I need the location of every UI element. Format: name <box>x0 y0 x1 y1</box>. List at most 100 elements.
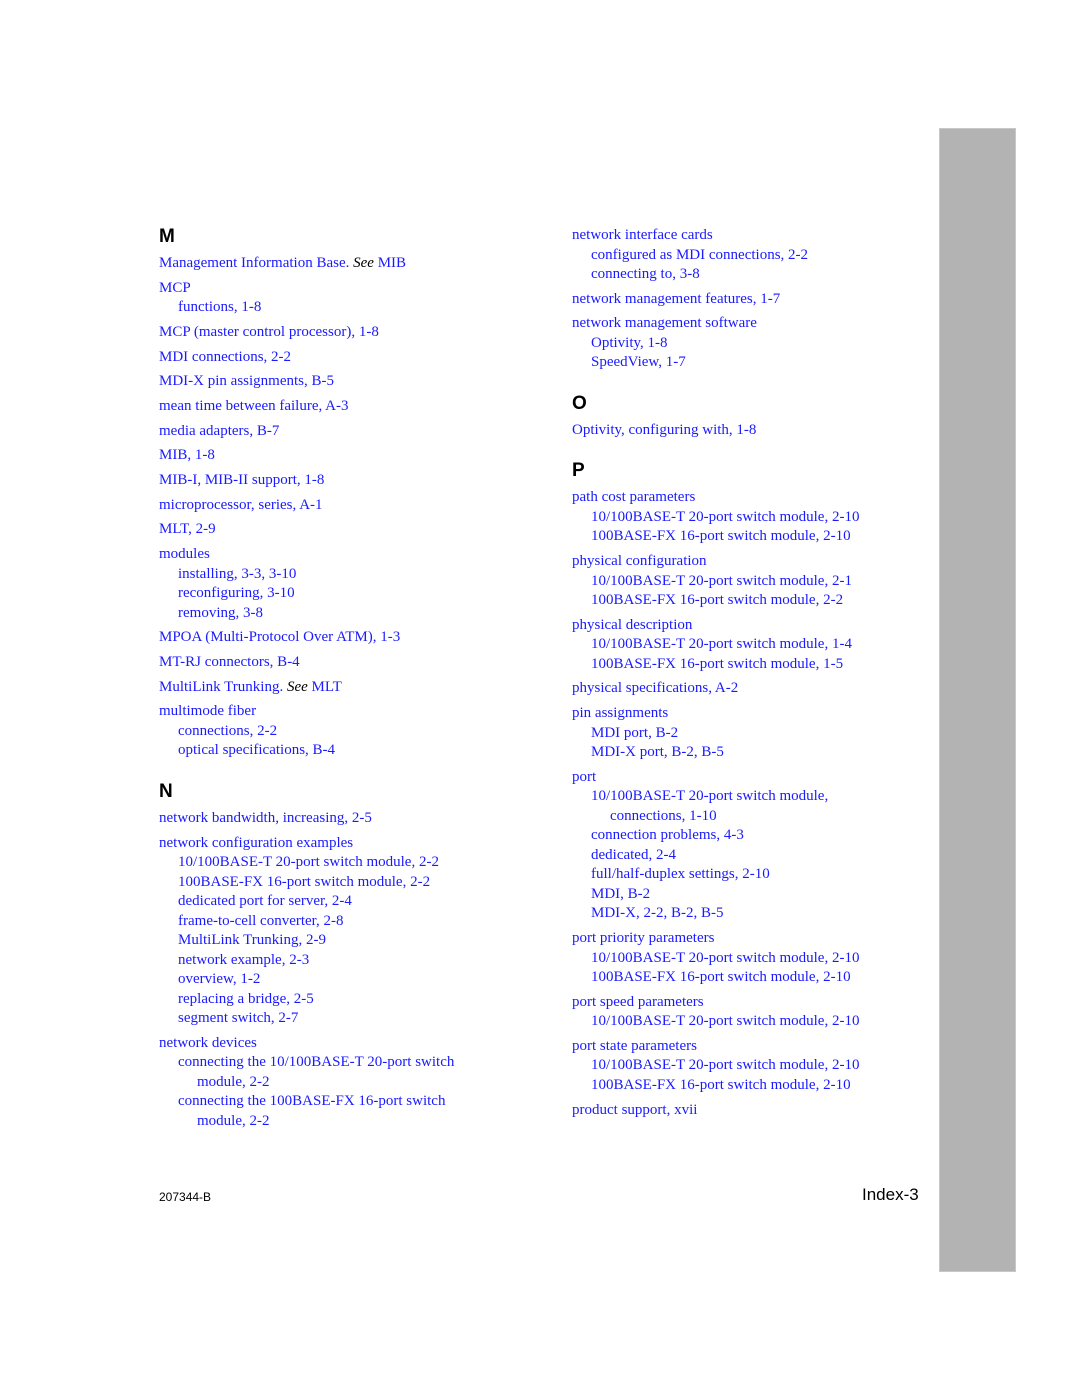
index-subterm-link[interactable]: 100BASE-FX 16-port switch module, 2-2 <box>572 591 932 611</box>
index-term-link[interactable]: modules <box>159 545 539 565</box>
index-subterm-link[interactable]: MDI-X port, B-2, B-5 <box>572 743 932 763</box>
index-term-text: 100BASE-FX 16-port switch module, 1-5 <box>591 655 844 672</box>
index-term-link[interactable]: multimode fiber <box>159 702 539 722</box>
index-subterm-link[interactable]: connections, 2-2 <box>159 722 539 742</box>
index-term-link[interactable]: mean time between failure, A-3 <box>159 397 539 417</box>
index-subterm-link[interactable]: module, 2-2 <box>159 1112 539 1132</box>
index-subterm-link[interactable]: installing, 3-3, 3-10 <box>159 565 539 585</box>
index-term-link[interactable]: network configuration examples <box>159 834 539 854</box>
index-term-link[interactable]: network bandwidth, increasing, 2-5 <box>159 809 539 829</box>
index-subterm-link[interactable]: full/half-duplex settings, 2-10 <box>572 865 932 885</box>
index-subterm-link[interactable]: connecting to, 3-8 <box>572 265 932 285</box>
index-term-link[interactable]: port <box>572 768 932 788</box>
index-subterm-link[interactable]: reconfiguring, 3-10 <box>159 584 539 604</box>
index-term-link[interactable]: network management features, 1-7 <box>572 290 932 310</box>
index-subterm-link[interactable]: connections, 1-10 <box>572 807 932 827</box>
index-subterm-link[interactable]: MDI port, B-2 <box>572 724 932 744</box>
index-subterm-link[interactable]: 10/100BASE-T 20-port switch module, <box>572 787 932 807</box>
index-subterm-link[interactable]: 10/100BASE-T 20-port switch module, 2-2 <box>159 853 539 873</box>
index-subterm-link[interactable]: 100BASE-FX 16-port switch module, 2-10 <box>572 527 932 547</box>
index-term-link[interactable]: MLT, 2-9 <box>159 520 539 540</box>
index-subterm-link[interactable]: 100BASE-FX 16-port switch module, 1-5 <box>572 655 932 675</box>
index-subterm-link[interactable]: MultiLink Trunking, 2-9 <box>159 931 539 951</box>
see-reference-target[interactable]: MIB <box>374 255 406 271</box>
index-term-text: network management features, 1-7 <box>572 290 781 307</box>
index-entry: network interface cards configured as MDI… <box>572 226 932 285</box>
index-subterm-link[interactable]: MDI, B-2 <box>572 885 932 905</box>
see-reference-target[interactable]: MLT <box>308 679 342 695</box>
index-term-link[interactable]: MDI connections, 2-2 <box>159 348 539 368</box>
index-subterm-link[interactable]: connection problems, 4-3 <box>572 826 932 846</box>
index-subterm-link[interactable]: dedicated, 2-4 <box>572 846 932 866</box>
index-subterm-link[interactable]: module, 2-2 <box>159 1073 539 1093</box>
index-term-link[interactable]: port state parameters <box>572 1037 932 1057</box>
index-subterm-link[interactable]: 10/100BASE-T 20-port switch module, 2-1 <box>572 572 932 592</box>
index-term-text: connection problems, 4-3 <box>591 827 744 844</box>
index-subterm-link[interactable]: connecting the 10/100BASE-T 20-port swit… <box>159 1053 539 1073</box>
index-term-link[interactable]: MIB-I, MIB-II support, 1-8 <box>159 471 539 491</box>
index-subterm-link[interactable]: network example, 2-3 <box>159 951 539 971</box>
index-term-link[interactable]: path cost parameters <box>572 488 932 508</box>
index-entry: port speed parameters 10/100BASE-T 20-por… <box>572 993 932 1032</box>
index-subterm-link[interactable]: 10/100BASE-T 20-port switch module, 2-10 <box>572 508 932 528</box>
index-term-text: media adapters, B-7 <box>159 422 280 439</box>
index-term-link[interactable]: MIB, 1-8 <box>159 446 539 466</box>
index-subterm-link[interactable]: 10/100BASE-T 20-port switch module, 1-4 <box>572 635 932 655</box>
index-subterm-link[interactable]: 100BASE-FX 16-port switch module, 2-10 <box>572 1076 932 1096</box>
index-term-link[interactable]: media adapters, B-7 <box>159 422 539 442</box>
index-entry: MLT, 2-9 <box>159 520 539 540</box>
index-subterm-link[interactable]: connecting the 100BASE-FX 16-port switch <box>159 1092 539 1112</box>
index-term-link[interactable]: network devices <box>159 1034 539 1054</box>
index-term-text: 100BASE-FX 16-port switch module, 2-10 <box>591 528 851 545</box>
index-entry: MCP (master control processor), 1-8 <box>159 323 539 343</box>
index-subterm-link[interactable]: optical specifications, B-4 <box>159 741 539 761</box>
index-term-link[interactable]: MCP <box>159 279 539 299</box>
index-term-link[interactable]: MT-RJ connectors, B-4 <box>159 653 539 673</box>
index-term-link[interactable]: Optivity, configuring with, 1-8 <box>572 421 932 441</box>
index-term-text: network configuration examples <box>159 834 354 851</box>
index-term-link[interactable]: product support, xvii <box>572 1101 932 1121</box>
index-subterm-link[interactable]: 100BASE-FX 16-port switch module, 2-10 <box>572 968 932 988</box>
index-subterm-link[interactable]: SpeedView, 1-7 <box>572 353 932 373</box>
index-term-link[interactable]: microprocessor, series, A-1 <box>159 496 539 516</box>
index-entry: network devices connecting the 10/100BASE… <box>159 1034 539 1132</box>
index-term-link[interactable]: Management Information Base. See MIB <box>159 254 539 274</box>
index-subterm-link[interactable]: MDI-X, 2-2, B-2, B-5 <box>572 904 932 924</box>
index-term-link[interactable]: MDI-X pin assignments, B-5 <box>159 372 539 392</box>
index-subterm-link[interactable]: segment switch, 2-7 <box>159 1009 539 1029</box>
index-subterm-link[interactable]: replacing a bridge, 2-5 <box>159 990 539 1010</box>
index-subterm-link[interactable]: overview, 1-2 <box>159 970 539 990</box>
index-subterm-link[interactable]: frame-to-cell converter, 2-8 <box>159 912 539 932</box>
index-subterm-link[interactable]: 10/100BASE-T 20-port switch module, 2-10 <box>572 949 932 969</box>
index-subterm-link[interactable]: dedicated port for server, 2-4 <box>159 892 539 912</box>
index-term-text: MultiLink Trunking, 2-9 <box>178 932 326 948</box>
index-term-link[interactable]: MultiLink Trunking. See MLT <box>159 678 539 698</box>
index-subterm-link[interactable]: removing, 3-8 <box>159 604 539 624</box>
index-entry: modules installing, 3-3, 3-10 reconfigurin… <box>159 545 539 623</box>
index-subterm-link[interactable]: 100BASE-FX 16-port switch module, 2-2 <box>159 873 539 893</box>
index-term-link[interactable]: network management software <box>572 314 932 334</box>
index-subterm-link[interactable]: 10/100BASE-T 20-port switch module, 2-10 <box>572 1056 932 1076</box>
index-term-text: pin assignments <box>572 705 669 722</box>
index-subterm-link[interactable]: Optivity, 1-8 <box>572 334 932 354</box>
index-term-text: 10/100BASE-T 20-port switch module, <box>591 788 829 805</box>
index-term-text: MIB-I, MIB-II support, 1-8 <box>159 472 325 488</box>
index-term-text: path cost parameters <box>572 489 696 506</box>
index-term-link[interactable]: physical specifications, A-2 <box>572 679 932 699</box>
index-term-link[interactable]: physical configuration <box>572 552 932 572</box>
index-term-link[interactable]: pin assignments <box>572 704 932 724</box>
index-term-text: Optivity, 1-8 <box>591 334 668 351</box>
section-letter-heading: N <box>159 780 173 802</box>
index-subterm-link[interactable]: 10/100BASE-T 20-port switch module, 2-10 <box>572 1012 932 1032</box>
index-term-link[interactable]: port priority parameters <box>572 929 932 949</box>
index-term-link[interactable]: port speed parameters <box>572 993 932 1013</box>
index-subterm-link[interactable]: functions, 1-8 <box>159 298 539 318</box>
index-term-link[interactable]: network interface cards <box>572 226 932 246</box>
index-entry: MPOA (Multi-Protocol Over ATM), 1-3 <box>159 628 539 648</box>
index-term-link[interactable]: MCP (master control processor), 1-8 <box>159 323 539 343</box>
index-subterm-link[interactable]: configured as MDI connections, 2-2 <box>572 246 932 266</box>
index-term-link[interactable]: MPOA (Multi-Protocol Over ATM), 1-3 <box>159 628 539 648</box>
index-term-link[interactable]: physical description <box>572 616 932 636</box>
index-term-text: MDI-X pin assignments, B-5 <box>159 373 334 390</box>
index-section-p: Ppath cost parameters 10/100BASE-T 20-por… <box>572 460 932 1120</box>
